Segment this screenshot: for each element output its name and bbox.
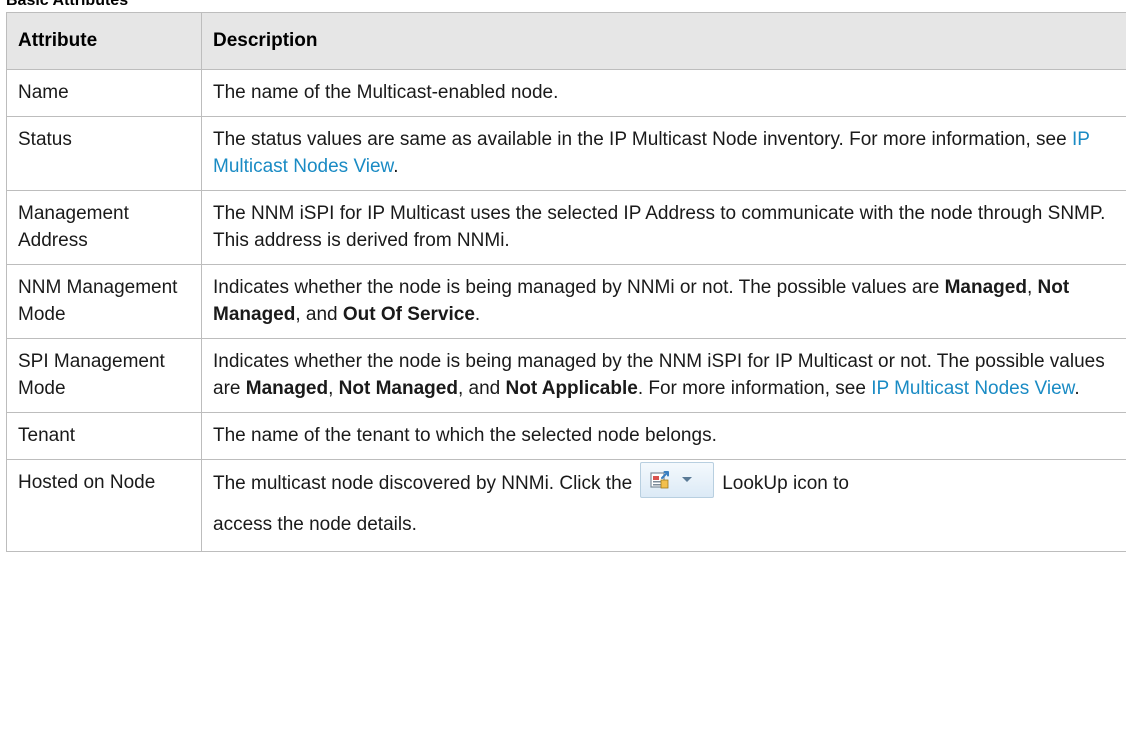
table-row: Name The name of the Multicast-enabled n…: [6, 68, 1126, 117]
description-line: access the node details.: [213, 512, 1117, 539]
lookup-icon[interactable]: [640, 461, 715, 498]
separator-text: .: [474, 303, 481, 325]
separator-text: ,: [1026, 276, 1038, 298]
description-text: access the node details.: [213, 513, 417, 535]
separator-text: , and: [457, 377, 506, 399]
table-row: Status The status values are same as ava…: [6, 115, 1126, 191]
description-text: . For more information, see: [637, 377, 872, 399]
column-header-attribute: Attribute: [6, 12, 202, 70]
attribute-cell: SPI Management Mode: [6, 337, 202, 413]
description-cell: The NNM iSPI for IP Multicast uses the s…: [201, 189, 1126, 265]
description-line: The multicast node discovered by NNMi. C…: [213, 461, 1117, 498]
attribute-cell: Status: [6, 115, 202, 191]
table-header-row: Attribute Description: [6, 12, 1126, 70]
ip-multicast-nodes-view-link[interactable]: IP Multicast Nodes View: [871, 378, 1074, 399]
description-cell: The multicast node discovered by NNMi. C…: [201, 458, 1126, 552]
separator-text: , and: [295, 303, 343, 325]
description-cell: The name of the tenant to which the sele…: [201, 411, 1126, 460]
description-text: The status values are same as available …: [213, 128, 1072, 150]
value-not-applicable: Not Applicable: [505, 377, 638, 399]
table-row: NNM Management Mode Indicates whether th…: [6, 263, 1126, 339]
value-out-of-service: Out Of Service: [342, 303, 475, 325]
column-header-description: Description: [201, 12, 1126, 70]
value-not-managed: Not Managed: [338, 377, 458, 399]
description-text: Indicates whether the node is being mana…: [213, 276, 945, 298]
value-managed: Managed: [944, 276, 1027, 298]
section-title: Basic Attributes: [6, 0, 129, 9]
basic-attributes-table: Attribute Description Name The name of t…: [6, 12, 1126, 552]
table-row: Hosted on Node The multicast node discov…: [6, 458, 1126, 552]
lookup-glyph-icon: [650, 470, 670, 489]
attribute-cell: NNM Management Mode: [6, 263, 202, 339]
attribute-cell: Name: [6, 68, 202, 117]
chevron-down-icon: [682, 476, 693, 482]
separator-text: .: [1074, 377, 1080, 399]
separator-text: ,: [328, 377, 339, 399]
description-text: LookUp icon to: [722, 472, 849, 494]
table-row: Tenant The name of the tenant to which t…: [6, 411, 1126, 460]
description-cell: Indicates whether the node is being mana…: [201, 337, 1126, 413]
attribute-cell: Hosted on Node: [6, 458, 202, 552]
table-row: SPI Management Mode Indicates whether th…: [6, 337, 1126, 413]
description-text: The multicast node discovered by NNMi. C…: [213, 472, 633, 494]
description-text: .: [393, 155, 399, 177]
value-managed: Managed: [245, 377, 329, 399]
table-row: Management Address The NNM iSPI for IP M…: [6, 189, 1126, 265]
attribute-cell: Tenant: [6, 411, 202, 460]
description-cell: The status values are same as available …: [201, 115, 1126, 191]
attribute-cell: Management Address: [6, 189, 202, 265]
description-cell: Indicates whether the node is being mana…: [201, 263, 1126, 339]
description-cell: The name of the Multicast-enabled node.: [201, 68, 1126, 117]
